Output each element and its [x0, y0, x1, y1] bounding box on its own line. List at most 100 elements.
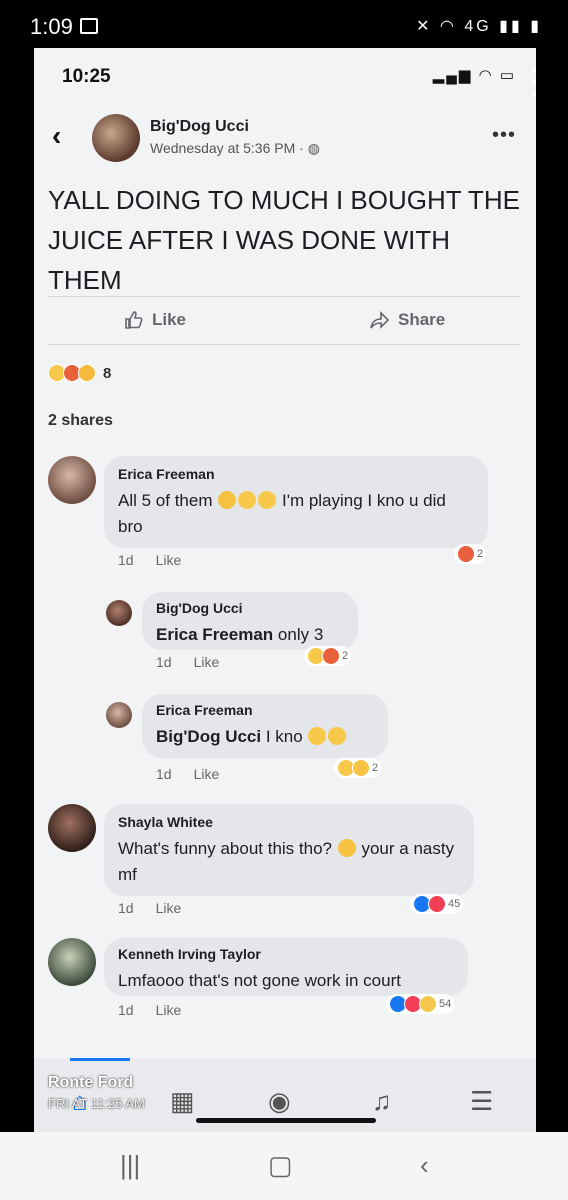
comment-time: 1d [118, 552, 134, 568]
comment-text: What's funny about this tho? your a nast… [118, 836, 460, 888]
comment-text-part: What's funny about this tho? [118, 839, 332, 858]
notifications-bell-icon[interactable]: ♫ [372, 1086, 392, 1117]
comment-meta: 1d Like [118, 900, 203, 916]
post-author[interactable]: Big'Dog Ucci [150, 118, 249, 136]
post-header: ‹ Big'Dog Ucci Wednesday at 5:36 PM · ◍ … [34, 106, 536, 172]
comment-bubble: Shayla Whitee What's funny about this th… [104, 804, 474, 896]
mention-link[interactable]: Big'Dog Ucci [156, 727, 261, 746]
laughing-emoji-icon [328, 727, 347, 745]
inner-status-bar: 10:25 ▂▄▆ ◠ ▭ [34, 48, 536, 106]
more-options-icon[interactable]: ••• [492, 124, 516, 147]
comment-author[interactable]: Erica Freeman [118, 466, 474, 482]
comment-reactions[interactable]: 54 [386, 994, 455, 1014]
comment-reactions[interactable]: 2 [454, 544, 487, 564]
comment-meta: 1d Like [118, 552, 203, 568]
avatar[interactable] [106, 702, 132, 728]
gesture-bar [196, 1118, 376, 1123]
comment-like-button[interactable]: Like [194, 654, 220, 670]
marketplace-icon[interactable]: ▦ [170, 1086, 195, 1117]
gallery-icon [80, 18, 98, 34]
love-reaction-icon [428, 895, 446, 913]
comment-reactions[interactable]: 2 [304, 646, 352, 666]
comment-meta: 1d Like [156, 654, 241, 670]
avatar[interactable] [106, 600, 132, 626]
avatar[interactable] [48, 804, 96, 852]
angry-icon [457, 545, 475, 563]
comment-bubble: Big'Dog Ucci Erica Freeman only 3 [142, 592, 358, 650]
android-nav-bar: ||| ▢ ‹ [0, 1132, 568, 1200]
comment-author[interactable]: Big'Dog Ucci [156, 600, 344, 616]
comment-text: Big'Dog Ucci I kno [156, 724, 374, 750]
share-button[interactable]: Share [370, 310, 445, 330]
author-avatar[interactable] [92, 114, 140, 162]
back-chevron-icon[interactable]: ‹ [420, 1150, 429, 1181]
comment-meta: 1d Like [118, 1002, 203, 1018]
like-button[interactable]: Like [124, 310, 186, 330]
mention-link[interactable]: Erica Freeman [156, 625, 273, 644]
comment-time: 1d [156, 654, 172, 670]
reaction-count: 54 [439, 998, 452, 1010]
comment-time: 1d [156, 766, 172, 782]
comment-reactions[interactable]: 2 [334, 758, 382, 778]
haha-icon [419, 995, 437, 1013]
menu-hamburger-icon[interactable]: ☰ [470, 1086, 493, 1117]
laughing-emoji-icon [238, 491, 257, 509]
thumbs-up-icon [125, 311, 143, 329]
screenshot-frame: { "outer_status": { "time": "1:09", "sig… [0, 0, 568, 1200]
comment-bubble: Erica Freeman All 5 of them I'm playing … [104, 456, 488, 548]
home-circle-icon[interactable]: ▢ [268, 1150, 293, 1181]
weary-emoji-icon [337, 839, 356, 857]
kebab-menu-icon[interactable] [532, 68, 536, 104]
share-arrow-icon [370, 311, 390, 329]
shares-count[interactable]: 2 shares [48, 412, 113, 430]
divider [48, 344, 520, 345]
comment-like-button[interactable]: Like [156, 900, 182, 916]
comment-like-button[interactable]: Like [156, 552, 182, 568]
comment-author[interactable]: Erica Freeman [156, 702, 374, 718]
comment-meta: 1d Like [156, 766, 241, 782]
comment-reactions[interactable]: 45 [410, 894, 464, 914]
reaction-count: 2 [372, 762, 379, 774]
sad-icon [352, 759, 370, 777]
comment-bubble: Erica Freeman Big'Dog Ucci I kno [142, 694, 388, 758]
back-icon[interactable]: ‹ [52, 120, 61, 152]
comment-bubble: Kenneth Irving Taylor Lmfaooo that's not… [104, 938, 468, 996]
avatar[interactable] [48, 456, 96, 504]
recent-apps-icon[interactable]: ||| [120, 1150, 140, 1181]
network-type: 4G [464, 18, 492, 35]
comment-like-button[interactable]: Like [156, 1002, 182, 1018]
divider [48, 296, 520, 297]
reaction-count: 2 [342, 650, 349, 662]
reaction-count: 8 [103, 364, 112, 382]
comment-time: 1d [118, 1002, 134, 1018]
comment-text: All 5 of them I'm playing I kno u did br… [118, 488, 474, 540]
comment-author[interactable]: Kenneth Irving Taylor [118, 946, 454, 962]
avatar[interactable] [48, 938, 96, 986]
inner-clock: 10:25 [62, 66, 111, 87]
post-text: YALL DOING TO MUCH I BOUGHT THE JUICE AF… [48, 185, 520, 295]
comment-text: Lmfaooo that's not gone work in court [118, 971, 401, 990]
comment-text-part: All 5 of them [118, 491, 213, 510]
outer-clock: 1:09 [30, 14, 73, 39]
reaction-summary[interactable]: 8 [48, 364, 111, 382]
thinking-emoji-icon [218, 491, 237, 509]
post-timestamp: Wednesday at 5:36 PM · [150, 140, 304, 156]
wow-icon [78, 364, 96, 382]
angry-icon [322, 647, 340, 665]
comment-time: 1d [118, 900, 134, 916]
comment-author[interactable]: Shayla Whitee [118, 814, 460, 830]
inner-status-icons: ▂▄▆ ◠ ▭ [432, 67, 516, 84]
comment-text: Erica Freeman only 3 [156, 622, 344, 648]
groups-icon[interactable]: ◉ [268, 1086, 291, 1117]
comment-text-part: I kno [265, 727, 303, 746]
post-meta: Wednesday at 5:36 PM · ◍ [150, 140, 320, 157]
reaction-count: 45 [448, 898, 461, 910]
active-tab-indicator [70, 1058, 130, 1061]
overlay-author: Ronte Ford [48, 1074, 134, 1091]
globe-icon: ◍ [307, 140, 320, 156]
laughing-emoji-icon [258, 491, 277, 509]
comment-like-button[interactable]: Like [194, 766, 220, 782]
reaction-count: 2 [477, 548, 484, 560]
facebook-screenshot: 10:25 ▂▄▆ ◠ ▭ ‹ Big'Dog Ucci Wednesday a… [34, 48, 536, 1132]
outer-status-bar: 1:09 ✕ ◠ 4G ▮▮ ▮ [0, 0, 568, 50]
